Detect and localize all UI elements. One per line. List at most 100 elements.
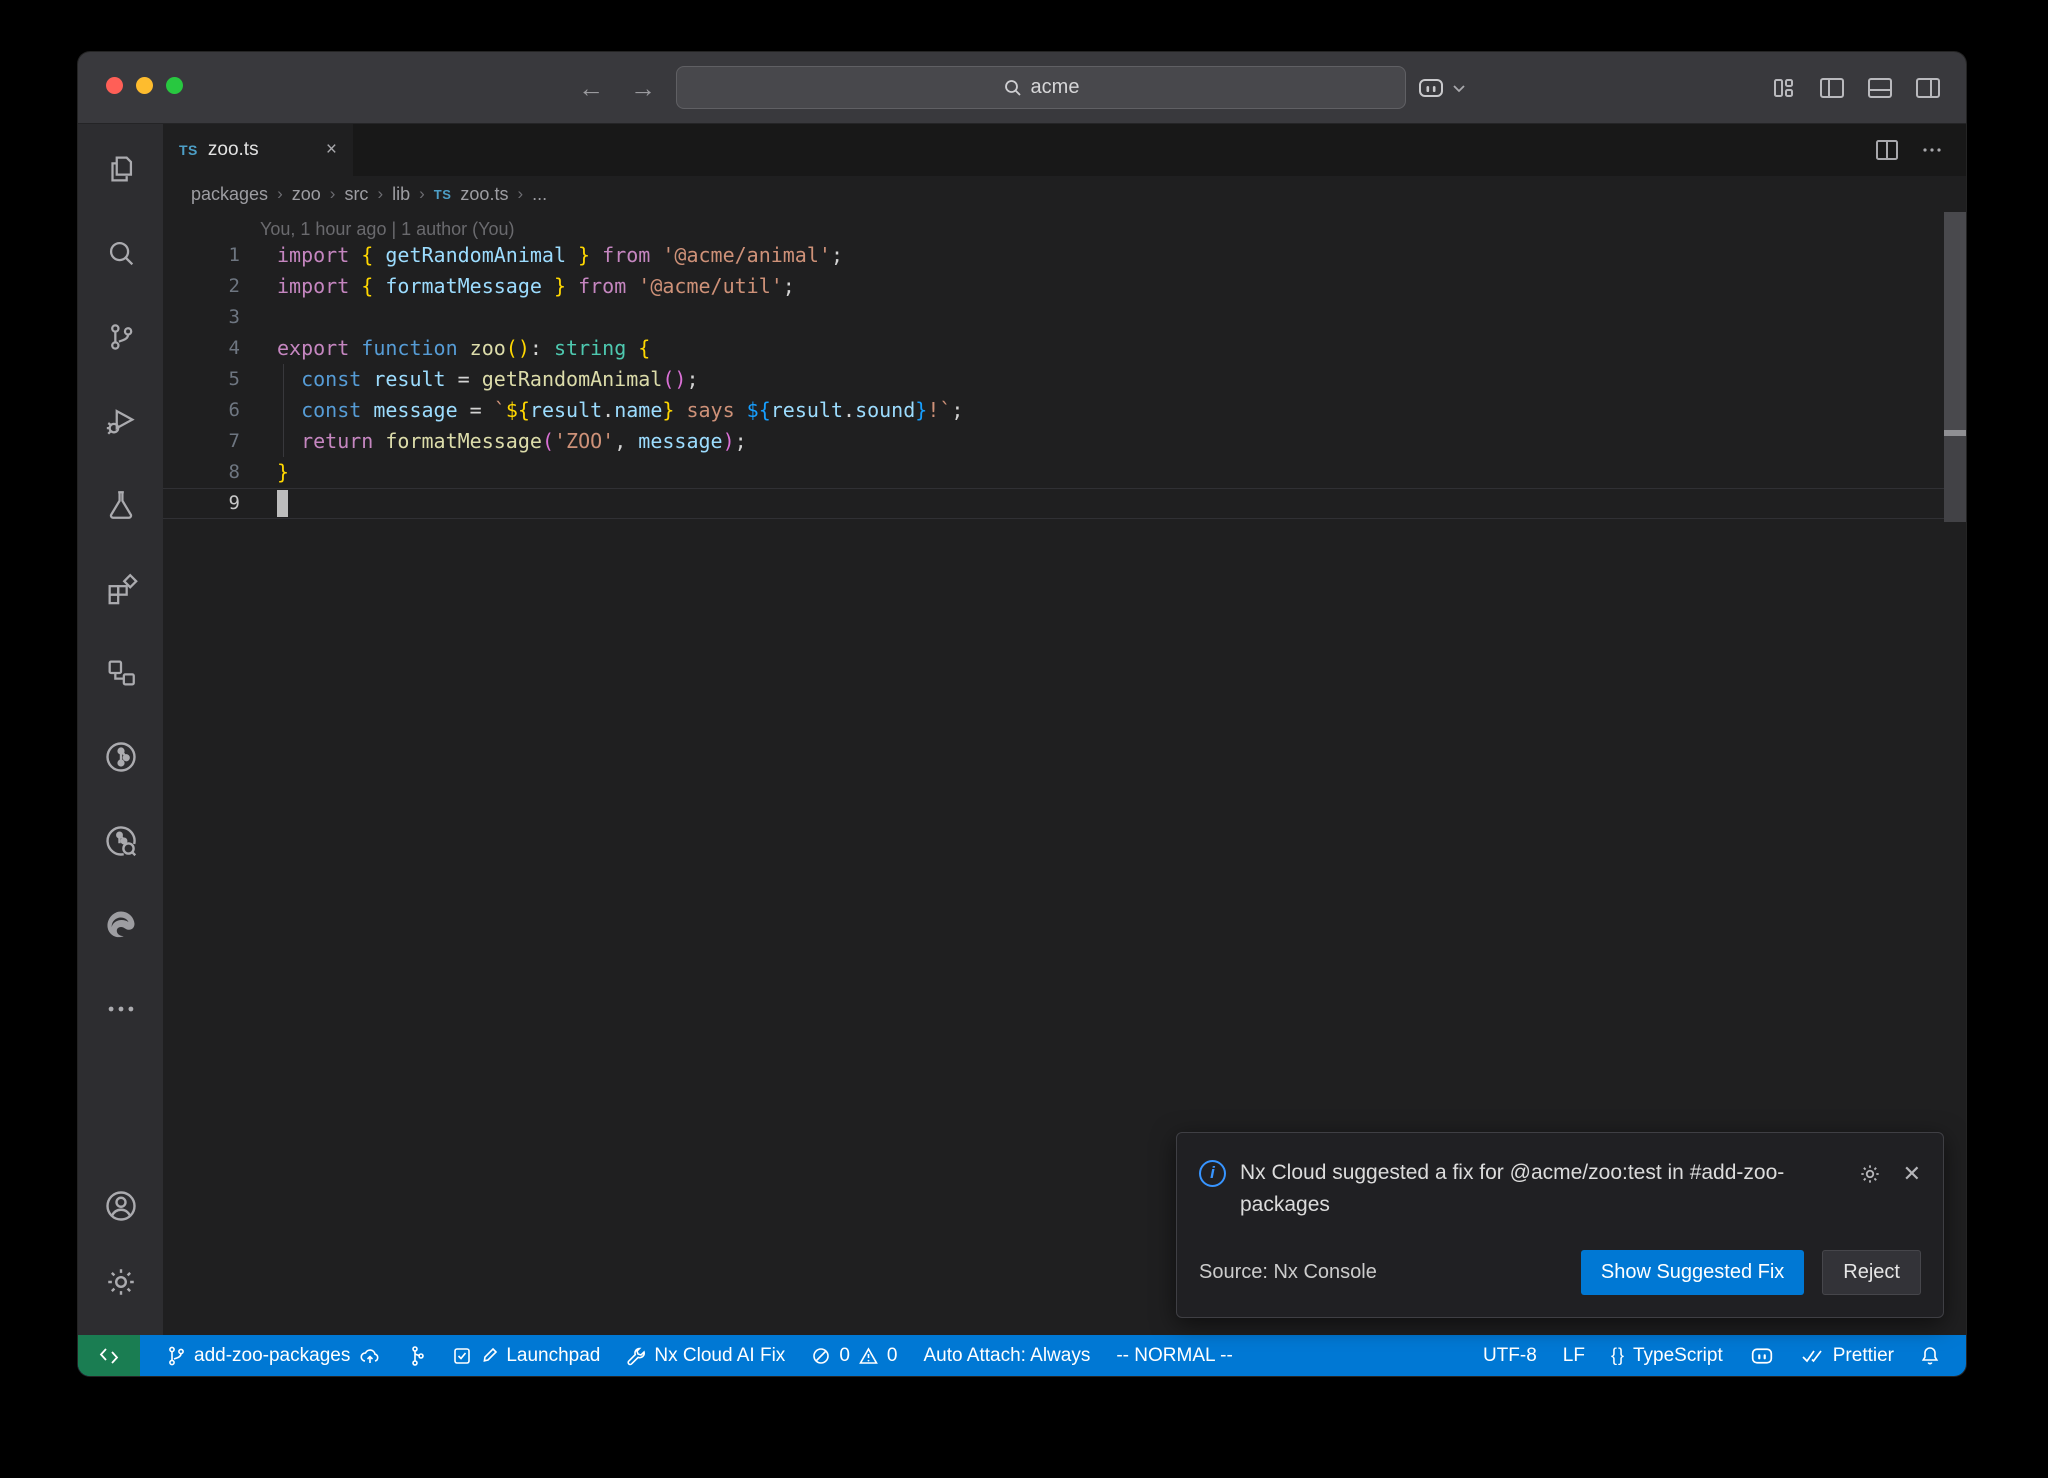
notifications-bell-item[interactable] bbox=[1920, 1345, 1940, 1367]
line-number: 7 bbox=[163, 426, 240, 457]
close-tab-icon[interactable]: × bbox=[326, 139, 337, 161]
command-center-search[interactable]: acme bbox=[676, 66, 1406, 109]
code-lines: 1import { getRandomAnimal } from '@acme/… bbox=[163, 240, 1966, 519]
account-icon[interactable] bbox=[90, 1175, 152, 1237]
search-sidebar-icon[interactable] bbox=[90, 222, 152, 284]
line-number: 4 bbox=[163, 333, 240, 364]
encoding-label: UTF-8 bbox=[1483, 1345, 1537, 1367]
more-views-icon[interactable] bbox=[90, 978, 152, 1040]
typescript-file-icon: TS bbox=[434, 187, 452, 202]
forward-arrow-icon[interactable]: → bbox=[630, 73, 656, 104]
run-debug-icon[interactable] bbox=[90, 390, 152, 452]
remote-explorer-icon[interactable] bbox=[90, 642, 152, 704]
launchpad-label: Launchpad bbox=[506, 1345, 600, 1367]
show-suggested-fix-button[interactable]: Show Suggested Fix bbox=[1581, 1250, 1804, 1295]
git-branch-icon bbox=[166, 1345, 186, 1367]
extensions-icon[interactable] bbox=[90, 558, 152, 620]
maximize-window-button[interactable] bbox=[166, 77, 183, 94]
chevron-right-icon: › bbox=[517, 184, 523, 204]
status-bar: add-zoo-packages Launchpad bbox=[78, 1335, 1966, 1376]
minimize-window-button[interactable] bbox=[136, 77, 153, 94]
breadcrumb-item[interactable]: lib bbox=[392, 184, 410, 205]
warning-icon bbox=[858, 1346, 879, 1366]
reject-button[interactable]: Reject bbox=[1822, 1250, 1921, 1295]
eol-status-item[interactable]: LF bbox=[1563, 1345, 1585, 1367]
code-line[interactable]: 1import { getRandomAnimal } from '@acme/… bbox=[163, 240, 1966, 271]
toggle-primary-sidebar-icon[interactable] bbox=[1818, 76, 1846, 100]
search-icon bbox=[1003, 78, 1023, 98]
cloud-upload-icon bbox=[358, 1346, 382, 1366]
code-line[interactable]: 4export function zoo(): string { bbox=[163, 333, 1966, 364]
language-status-item[interactable]: {} TypeScript bbox=[1611, 1345, 1723, 1367]
line-number: 8 bbox=[163, 457, 240, 488]
notification-toast: i Nx Cloud suggested a fix for @acme/zoo… bbox=[1176, 1132, 1944, 1318]
toggle-secondary-sidebar-icon[interactable] bbox=[1914, 76, 1942, 100]
back-arrow-icon[interactable]: ← bbox=[578, 73, 604, 104]
breadcrumb-item[interactable]: packages bbox=[191, 184, 268, 205]
nx-console-icon[interactable] bbox=[90, 726, 152, 788]
wrench-icon bbox=[626, 1346, 646, 1366]
notification-close-icon[interactable]: ✕ bbox=[1903, 1161, 1921, 1187]
auto-attach-status-item[interactable]: Auto Attach: Always bbox=[923, 1345, 1090, 1367]
code-line[interactable]: 2import { formatMessage } from '@acme/ut… bbox=[163, 271, 1966, 302]
line-number: 5 bbox=[163, 364, 240, 395]
line-number: 2 bbox=[163, 271, 240, 302]
nx-cloud-fix-status-item[interactable]: Nx Cloud AI Fix bbox=[626, 1345, 785, 1367]
code-line[interactable]: 7 return formatMessage('ZOO', message); bbox=[163, 426, 1966, 457]
breadcrumb-more[interactable]: ... bbox=[532, 184, 547, 205]
chevron-right-icon: › bbox=[419, 184, 425, 204]
problems-status-item[interactable]: 0 0 bbox=[811, 1345, 897, 1367]
braces-icon: {} bbox=[1611, 1345, 1625, 1366]
chevron-right-icon: › bbox=[377, 184, 383, 204]
git-blame-annotation: You, 1 hour ago | 1 author (You) bbox=[163, 212, 1966, 240]
traffic-lights bbox=[106, 77, 183, 94]
customize-layout-icon[interactable] bbox=[1770, 76, 1798, 100]
copilot-status-item[interactable] bbox=[1749, 1345, 1775, 1367]
code-line[interactable]: 9 bbox=[163, 488, 1966, 519]
split-editor-icon[interactable] bbox=[1874, 138, 1900, 162]
line-number: 9 bbox=[163, 488, 240, 519]
line-number: 3 bbox=[163, 302, 240, 333]
activity-bar bbox=[78, 124, 163, 1335]
encoding-status-item[interactable]: UTF-8 bbox=[1483, 1345, 1537, 1367]
indent-guide bbox=[283, 364, 284, 457]
chevron-down-icon[interactable] bbox=[1452, 83, 1466, 93]
settings-gear-icon[interactable] bbox=[90, 1251, 152, 1313]
copilot-icon bbox=[1749, 1345, 1775, 1367]
line-number: 1 bbox=[163, 240, 240, 271]
vim-mode-status-item[interactable]: -- NORMAL -- bbox=[1116, 1345, 1232, 1367]
checklist-icon bbox=[452, 1346, 474, 1366]
git-graph-icon bbox=[408, 1345, 426, 1367]
code-line[interactable]: 8} bbox=[163, 457, 1966, 488]
remote-indicator[interactable] bbox=[78, 1335, 140, 1376]
more-actions-icon[interactable] bbox=[1920, 138, 1944, 162]
code-line[interactable]: 5 const result = getRandomAnimal(); bbox=[163, 364, 1966, 395]
launchpad-status-item[interactable]: Launchpad bbox=[452, 1345, 600, 1367]
toggle-panel-icon[interactable] bbox=[1866, 76, 1894, 100]
testing-icon[interactable] bbox=[90, 474, 152, 536]
breadcrumb-file[interactable]: zoo.ts bbox=[460, 184, 508, 205]
git-graph-status-item[interactable] bbox=[408, 1345, 426, 1367]
tab-zoo-ts[interactable]: TS zoo.ts × bbox=[163, 124, 353, 176]
auto-attach-label: Auto Attach: Always bbox=[923, 1345, 1090, 1367]
code-line[interactable]: 6 const message = `${result.name} says $… bbox=[163, 395, 1966, 426]
close-window-button[interactable] bbox=[106, 77, 123, 94]
copilot-icon[interactable] bbox=[1416, 75, 1446, 101]
breadcrumb-item[interactable]: zoo bbox=[292, 184, 321, 205]
breadcrumb-item[interactable]: src bbox=[344, 184, 368, 205]
nx-cloud-fix-label: Nx Cloud AI Fix bbox=[654, 1345, 785, 1367]
branch-name: add-zoo-packages bbox=[194, 1345, 350, 1367]
vertical-scrollbar[interactable] bbox=[1944, 436, 1966, 522]
code-line[interactable]: 3 bbox=[163, 302, 1966, 333]
branch-status-item[interactable]: add-zoo-packages bbox=[166, 1345, 382, 1367]
edge-browser-icon[interactable] bbox=[90, 894, 152, 956]
typescript-file-icon: TS bbox=[179, 142, 198, 158]
notification-source: Source: Nx Console bbox=[1199, 1261, 1377, 1284]
nx-cloud-icon[interactable] bbox=[90, 810, 152, 872]
formatter-status-item[interactable]: Prettier bbox=[1801, 1345, 1894, 1367]
notification-settings-gear-icon[interactable] bbox=[1857, 1161, 1883, 1187]
language-label: TypeScript bbox=[1633, 1345, 1723, 1367]
pencil-icon bbox=[482, 1346, 498, 1366]
explorer-icon[interactable] bbox=[90, 138, 152, 200]
source-control-icon[interactable] bbox=[90, 306, 152, 368]
